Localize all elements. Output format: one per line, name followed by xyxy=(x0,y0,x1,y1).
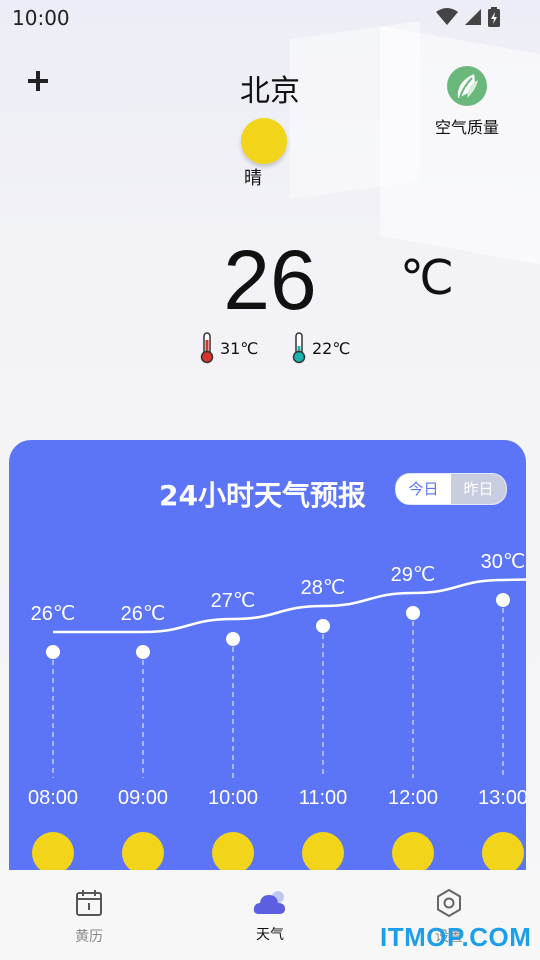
forecast-card: 26℃ 08:00 26℃ 09:00 27℃ 10:00 28℃ 11:00 29℃ 12:00… xyxy=(9,440,526,900)
hour-label: 11:00 xyxy=(299,787,348,809)
sun-icon xyxy=(241,118,287,164)
sunny-icon xyxy=(302,832,344,874)
air-quality-button[interactable]: 空气质量 xyxy=(428,66,506,138)
cloud-icon xyxy=(253,891,285,914)
thermometer-high-icon xyxy=(200,332,214,364)
high-temperature-value: 31℃ xyxy=(220,338,259,358)
sunny-icon xyxy=(32,832,74,874)
hour-label: 08:00 xyxy=(28,787,78,809)
tab-yesterday[interactable]: 昨日 xyxy=(451,474,506,504)
high-temperature: 31℃ xyxy=(200,332,258,364)
background-shape xyxy=(380,25,540,265)
hour-label: 10:00 xyxy=(208,787,258,809)
tab-today[interactable]: 今日 xyxy=(396,474,451,504)
temperature-point xyxy=(136,645,150,659)
hexagon-icon xyxy=(437,888,461,918)
temperature-label: 26℃ xyxy=(31,603,76,625)
wifi-icon xyxy=(436,8,458,25)
temperature-point xyxy=(406,606,420,620)
hour-label: 12:00 xyxy=(388,787,438,809)
temperature-point xyxy=(316,619,330,633)
temperature-unit: ℃ xyxy=(400,250,454,306)
battery-icon xyxy=(488,7,500,27)
temperature-label: 28℃ xyxy=(301,577,346,599)
weather-condition: 晴 xyxy=(244,168,262,189)
temperature-label: 29℃ xyxy=(391,564,436,586)
forecast-title: 24小时天气预报 xyxy=(159,479,366,512)
thermometer-low-icon xyxy=(292,332,306,364)
low-temperature-value: 22℃ xyxy=(312,338,351,358)
watermark: ITMOP.COM xyxy=(380,922,532,952)
sunny-icon xyxy=(392,832,434,874)
day-toggle[interactable]: 今日 昨日 xyxy=(395,473,507,505)
hour-label: 09:00 xyxy=(118,787,168,809)
sunny-icon xyxy=(212,832,254,874)
status-bar: 10:00 xyxy=(0,0,540,36)
temperature-point xyxy=(496,593,510,607)
nav-label-calendar: 黄历 xyxy=(75,929,103,945)
hour-label: 13:00 xyxy=(478,787,526,809)
temperature-point xyxy=(226,632,240,646)
signal-icon xyxy=(465,9,481,25)
air-quality-label: 空气质量 xyxy=(434,118,499,137)
temperature-label: 26℃ xyxy=(121,603,166,625)
current-temperature: 26 xyxy=(223,233,317,327)
sunny-icon xyxy=(482,832,524,874)
status-time: 10:00 xyxy=(12,6,70,30)
nav-item-calendar[interactable]: 黄历 xyxy=(44,888,134,946)
sunny-icon xyxy=(122,832,164,874)
nav-label-weather: 天气 xyxy=(256,927,284,943)
nav-item-weather[interactable]: 天气 xyxy=(225,888,315,944)
leaf-icon xyxy=(447,66,487,106)
temperature-label: 30℃ xyxy=(481,551,526,573)
low-temperature: 22℃ xyxy=(292,332,350,364)
temperature-point xyxy=(46,645,60,659)
calendar-icon xyxy=(76,890,102,916)
status-icons xyxy=(436,7,500,27)
temperature-label: 27℃ xyxy=(211,590,256,612)
